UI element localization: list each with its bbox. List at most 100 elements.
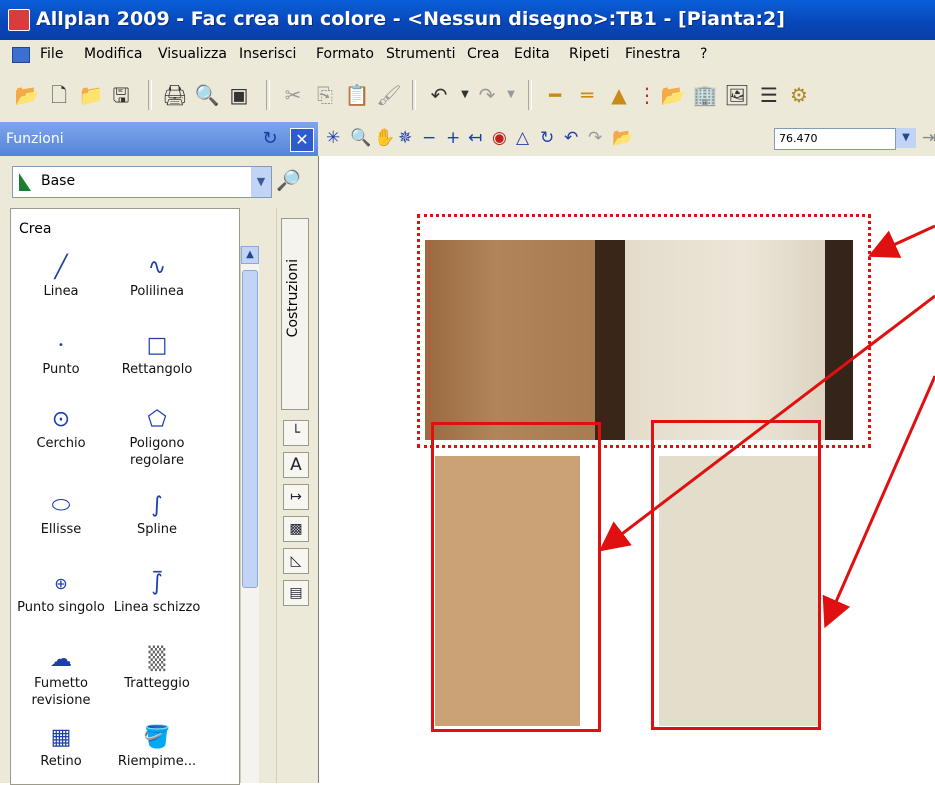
- rotate-right-icon[interactable]: ↷: [588, 128, 602, 148]
- function-ellisse[interactable]: ⬭ Ellisse: [11, 491, 111, 538]
- menu-crea[interactable]: Crea: [467, 46, 499, 62]
- function-tratteggio[interactable]: ▒ Tratteggio: [107, 645, 207, 692]
- function-list-scrollbar[interactable]: ▲: [240, 246, 259, 783]
- properties-icon[interactable]: ⚙: [786, 82, 812, 108]
- menu-visualizza[interactable]: Visualizza: [158, 46, 227, 62]
- ellipse-icon: ⬭: [51, 493, 71, 518]
- building-icon[interactable]: 🏢: [692, 82, 718, 108]
- function-punto-singolo[interactable]: ⊕ Punto singolo: [11, 569, 111, 616]
- pin-icon[interactable]: ⇥: [922, 128, 935, 148]
- function-label: Ellisse: [40, 522, 82, 537]
- chevron-down-icon[interactable]: ▼: [896, 128, 916, 148]
- zoom-in-icon[interactable]: +: [446, 128, 460, 148]
- previous-view-icon[interactable]: ↤: [468, 128, 482, 148]
- function-linea-schizzo[interactable]: ⨛ Linea schizzo: [107, 569, 207, 616]
- pin-icon[interactable]: ↻: [258, 127, 282, 151]
- undo-icon[interactable]: ↶: [426, 82, 452, 108]
- function-label: Polilinea: [130, 284, 184, 299]
- zoom-window-icon[interactable]: 🔍: [350, 128, 371, 148]
- target-icon[interactable]: ◉: [492, 128, 507, 148]
- photo-highlight-box: [417, 214, 871, 448]
- rotate-left-icon[interactable]: ↶: [564, 128, 578, 148]
- paste-icon[interactable]: 📋: [344, 82, 370, 108]
- tab-costruzioni[interactable]: Costruzioni: [281, 218, 309, 410]
- cut-icon[interactable]: ✂: [280, 82, 306, 108]
- toolbar-separator: [148, 80, 152, 110]
- image-icon[interactable]: 🖼: [724, 82, 750, 108]
- print-preview-icon[interactable]: 🔍: [194, 82, 220, 108]
- zoom-field[interactable]: 76.470: [774, 128, 896, 150]
- main-toolbar: 📂 🗋 📁 🖫 🖨 🔍 ▣ ✂ ⎘ 📋 🖌 ↶ ▼ ↷ ▼ ━ ═ ▲ ⋮ 📂 …: [0, 70, 935, 123]
- format-painter-icon[interactable]: 🖌: [376, 82, 402, 108]
- menu-ripeti[interactable]: Ripeti: [569, 46, 610, 62]
- function-cerchio[interactable]: ⊙ Cerchio: [11, 405, 111, 452]
- new-document-icon[interactable]: 🗋: [46, 82, 72, 108]
- fill-icon: 🪣: [143, 725, 171, 750]
- tab-costruzioni-label: Costruzioni: [285, 259, 301, 338]
- chevron-down-icon[interactable]: ▼: [251, 167, 271, 197]
- menu-help[interactable]: ?: [700, 46, 707, 62]
- swatch-highlight-left: [431, 422, 601, 732]
- dimension-icon[interactable]: ═: [574, 82, 600, 108]
- zoom-all-icon[interactable]: ✳: [326, 128, 340, 148]
- construction-line-icon[interactable]: └: [283, 420, 309, 446]
- polyline-icon: ∿: [147, 255, 167, 280]
- functions-panel: Funzioni ↻ ✕ Base ▼ 🔎 Crea ╱ Linea ∿ Pol…: [0, 122, 318, 785]
- refresh-icon[interactable]: ↻: [540, 128, 554, 148]
- regen-icon[interactable]: ✵: [398, 128, 412, 148]
- module-select[interactable]: Base ▼: [12, 166, 272, 198]
- save-icon[interactable]: 🖫: [108, 82, 134, 108]
- function-label: Linea schizzo: [113, 600, 201, 615]
- spline-icon: ∫: [151, 493, 163, 518]
- open-file-icon[interactable]: 📁: [78, 82, 104, 108]
- drawing-canvas[interactable]: [318, 156, 935, 783]
- folder-icon[interactable]: 📂: [612, 128, 633, 148]
- function-label: Poligono regolare: [129, 436, 185, 468]
- function-fumetto[interactable]: ☁ Fumetto revisione: [11, 645, 111, 709]
- function-poligono[interactable]: ⬠ Poligono regolare: [107, 405, 207, 469]
- viewport-icon[interactable]: △: [516, 128, 529, 148]
- menu-formato[interactable]: Formato: [316, 46, 374, 62]
- function-spline[interactable]: ∫ Spline: [107, 491, 207, 538]
- dimension-line-icon[interactable]: ↦: [283, 484, 309, 510]
- layout-icon[interactable]: ▣: [226, 82, 252, 108]
- functions-panel-header: Funzioni ↻ ✕: [0, 122, 318, 156]
- function-punto[interactable]: • Punto: [11, 331, 111, 378]
- more-tools-icon[interactable]: ⋮: [634, 82, 660, 108]
- pan-icon[interactable]: ✋: [374, 128, 395, 148]
- scrollbar-thumb[interactable]: [242, 270, 258, 588]
- redo-dropdown-icon[interactable]: ▼: [498, 82, 524, 108]
- layers-icon[interactable]: ☰: [756, 82, 782, 108]
- open-project-icon[interactable]: 📂: [14, 82, 40, 108]
- function-rettangolo[interactable]: □ Rettangolo: [107, 331, 207, 378]
- measure-icon[interactable]: ━: [542, 82, 568, 108]
- function-retino[interactable]: ▦ Retino: [11, 723, 111, 770]
- redo-icon[interactable]: ↷: [474, 82, 500, 108]
- menu-strumenti[interactable]: Strumenti: [386, 46, 456, 62]
- smart-symbols-icon[interactable]: ▩: [283, 516, 309, 542]
- text-icon[interactable]: A: [283, 452, 309, 478]
- elevation-icon[interactable]: ▲: [606, 82, 632, 108]
- function-label: Riempime...: [117, 754, 197, 769]
- menu-finestra[interactable]: Finestra: [625, 46, 681, 62]
- function-linea[interactable]: ╱ Linea: [11, 253, 111, 300]
- plan-layout-icon[interactable]: ▤: [283, 580, 309, 606]
- menu-bar: File Modifica Visualizza Inserisci Forma…: [0, 40, 935, 70]
- menu-inserisci[interactable]: Inserisci: [239, 46, 296, 62]
- open-folder-icon[interactable]: 📂: [660, 82, 686, 108]
- app-icon[interactable]: [8, 9, 30, 31]
- binoculars-icon[interactable]: 🔎: [276, 168, 301, 192]
- copy-icon[interactable]: ⎘: [312, 82, 338, 108]
- scroll-up-icon[interactable]: ▲: [241, 246, 259, 264]
- close-icon[interactable]: ✕: [290, 128, 314, 152]
- menu-file[interactable]: File: [40, 46, 63, 62]
- zoom-out-icon[interactable]: −: [422, 128, 436, 148]
- function-polilinea[interactable]: ∿ Polilinea: [107, 253, 207, 300]
- print-icon[interactable]: 🖨: [162, 82, 188, 108]
- single-point-icon: ⊕: [54, 574, 68, 593]
- menu-edita[interactable]: Edita: [514, 46, 550, 62]
- function-riempimento[interactable]: 🪣 Riempime...: [107, 723, 207, 770]
- document-icon[interactable]: [12, 47, 30, 63]
- section-icon[interactable]: ◺: [283, 548, 309, 574]
- menu-modifica[interactable]: Modifica: [84, 46, 143, 62]
